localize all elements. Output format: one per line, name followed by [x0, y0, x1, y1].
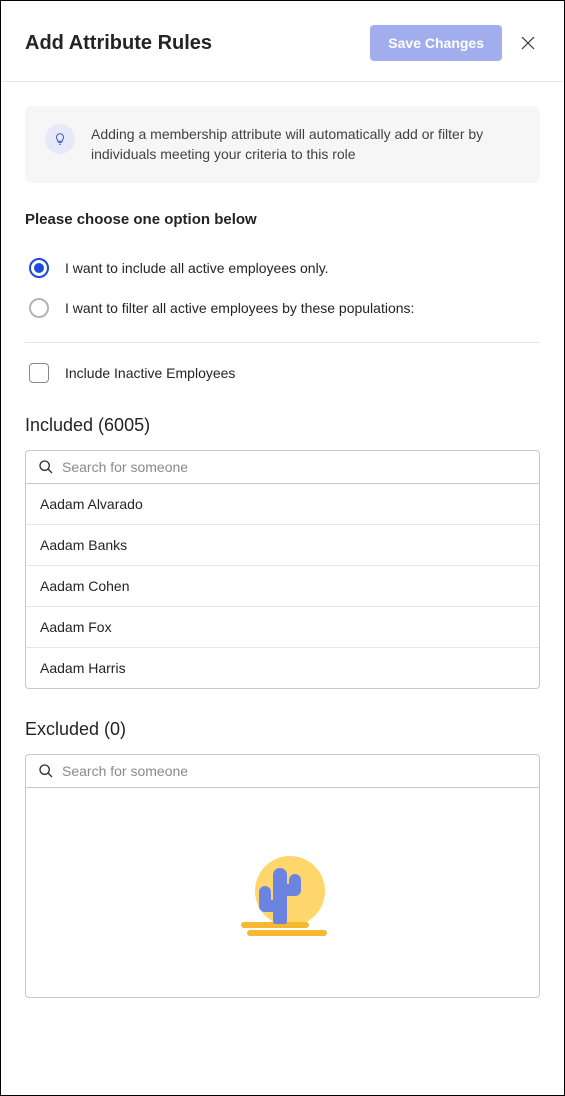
radio-include-all-label: I want to include all active employees o…: [65, 260, 329, 276]
included-search-input[interactable]: [62, 459, 527, 475]
excluded-search-box[interactable]: [25, 754, 540, 788]
radio-filter-by-populations[interactable]: [29, 298, 49, 318]
dialog-header: Add Attribute Rules Save Changes: [1, 1, 564, 82]
save-changes-button[interactable]: Save Changes: [370, 25, 502, 61]
excluded-search-input[interactable]: [62, 763, 527, 779]
included-section-title: Included (6005): [25, 415, 540, 436]
excluded-section-title: Excluded (0): [25, 719, 540, 740]
list-item[interactable]: Aadam Banks: [26, 525, 539, 566]
membership-option-group: I want to include all active employees o…: [25, 248, 540, 328]
lightbulb-icon: [45, 124, 75, 154]
divider: [25, 342, 540, 343]
info-banner: Adding a membership attribute will autom…: [25, 106, 540, 183]
info-banner-text: Adding a membership attribute will autom…: [91, 124, 520, 165]
close-icon: [520, 35, 536, 51]
include-inactive-checkbox[interactable]: [29, 363, 49, 383]
list-item[interactable]: Aadam Harris: [26, 648, 539, 688]
excluded-empty-state: [25, 788, 540, 998]
included-list: Aadam Alvarado Aadam Banks Aadam Cohen A…: [25, 484, 540, 689]
option-prompt: Please choose one option below: [25, 211, 540, 228]
list-item[interactable]: Aadam Alvarado: [26, 484, 539, 525]
radio-filter-by-populations-label: I want to filter all active employees by…: [65, 300, 414, 316]
search-icon: [38, 459, 54, 475]
list-item[interactable]: Aadam Cohen: [26, 566, 539, 607]
list-item[interactable]: Aadam Fox: [26, 607, 539, 648]
search-icon: [38, 763, 54, 779]
cactus-icon: [233, 842, 333, 942]
include-inactive-label: Include Inactive Employees: [65, 365, 235, 381]
included-search-box[interactable]: [25, 450, 540, 484]
dialog-title: Add Attribute Rules: [25, 32, 212, 55]
close-button[interactable]: [516, 31, 540, 55]
radio-include-all[interactable]: [29, 258, 49, 278]
